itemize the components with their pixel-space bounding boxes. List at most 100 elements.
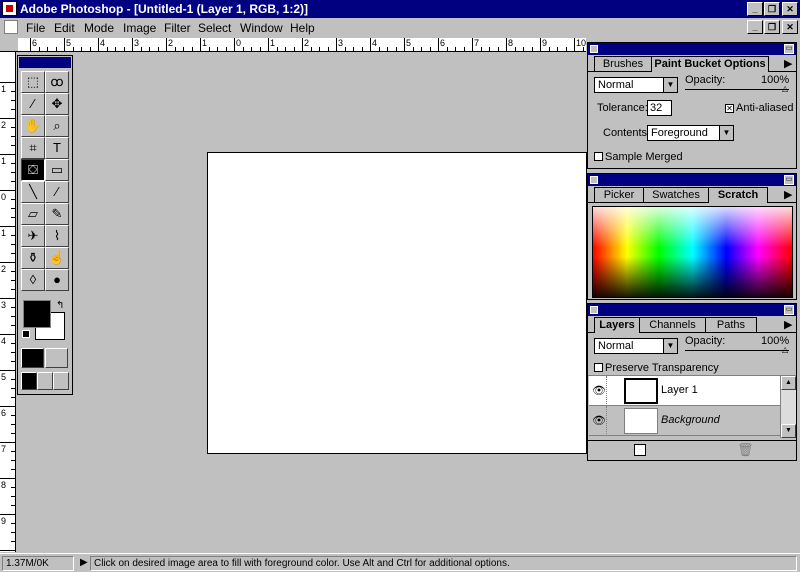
- options-panel: ▭ Brushes Paint Bucket Options ▶ Normal ▼…: [587, 42, 797, 169]
- tab-paint-bucket-options[interactable]: Paint Bucket Options: [651, 56, 769, 72]
- scroll-down-icon[interactable]: ▼: [781, 424, 796, 438]
- panel-menu-arrow-icon[interactable]: ▶: [784, 318, 792, 331]
- panel-collapse-icon[interactable]: ▭: [784, 305, 794, 315]
- burn-icon[interactable]: ●: [45, 269, 69, 291]
- airbrush-icon[interactable]: ✈: [21, 225, 45, 247]
- minimize-button[interactable]: _: [747, 2, 763, 16]
- default-colors-icon[interactable]: [22, 330, 30, 338]
- layer-opacity-slider-thumb[interactable]: △: [782, 345, 788, 354]
- layer-row-background[interactable]: 👁 Background: [589, 406, 780, 436]
- menu-filter[interactable]: Filter: [164, 21, 191, 35]
- ruler-label: 4: [100, 38, 106, 48]
- lasso-icon[interactable]: ꝏ: [45, 71, 69, 93]
- blur-icon[interactable]: ◊: [21, 269, 45, 291]
- opacity-slider-thumb[interactable]: △: [782, 84, 788, 93]
- panel-close-icon[interactable]: [590, 176, 598, 184]
- document-system-menu-icon[interactable]: [4, 20, 18, 34]
- layers-panel-title-bar[interactable]: ▭: [588, 304, 796, 316]
- ruler-label: 3: [338, 38, 344, 48]
- opacity-label: Opacity:: [685, 74, 726, 86]
- standard-mode-icon[interactable]: [21, 348, 44, 368]
- sample-merged-label: Sample Merged: [605, 151, 683, 163]
- rubber-stamp-icon[interactable]: ⚱: [21, 247, 45, 269]
- paintbrush-icon[interactable]: ⌇: [45, 225, 69, 247]
- toolbox-title-bar[interactable]: [19, 57, 71, 68]
- image-canvas[interactable]: [207, 152, 587, 454]
- layer-opacity-slider[interactable]: [685, 350, 789, 351]
- options-panel-title-bar[interactable]: ▭: [588, 43, 796, 55]
- menu-select[interactable]: Select: [198, 21, 231, 35]
- eye-icon[interactable]: 👁: [592, 384, 606, 397]
- photoshop-app-icon[interactable]: [2, 1, 17, 16]
- layers-scrollbar[interactable]: ▲ ▼: [780, 376, 796, 438]
- marquee-icon[interactable]: ⬚: [21, 71, 45, 93]
- line-icon[interactable]: ╲: [21, 181, 45, 203]
- layer-blend-mode-select[interactable]: Normal ▼: [594, 338, 678, 354]
- move-icon[interactable]: ✥: [45, 93, 69, 115]
- menu-bar: File Edit Mode Image Filter Select Windo…: [0, 18, 800, 38]
- paint-bucket-icon[interactable]: ⛋: [21, 159, 45, 181]
- layers-panel: ▭ Layers Channels Paths ▶ Normal ▼ Opacit…: [587, 303, 797, 461]
- panel-collapse-icon[interactable]: ▭: [784, 44, 794, 54]
- type-icon[interactable]: T: [45, 137, 69, 159]
- status-menu-arrow-icon[interactable]: ▶: [80, 557, 88, 568]
- doc-close-button[interactable]: ✕: [782, 20, 798, 34]
- smudge-icon[interactable]: ☝: [45, 247, 69, 269]
- tab-channels[interactable]: Channels: [639, 317, 706, 332]
- tolerance-label: Tolerance:: [597, 102, 648, 114]
- tab-brushes[interactable]: Brushes: [594, 56, 652, 71]
- hand-icon[interactable]: ✋: [21, 115, 45, 137]
- tab-paths[interactable]: Paths: [705, 317, 757, 332]
- pencil-icon[interactable]: ✎: [45, 203, 69, 225]
- standard-screen-icon[interactable]: [21, 372, 37, 390]
- full-screen-icon[interactable]: [53, 372, 69, 390]
- menu-image[interactable]: Image: [123, 21, 156, 35]
- tolerance-input[interactable]: 32: [647, 100, 672, 116]
- scratch-color-area[interactable]: [592, 206, 793, 298]
- panel-close-icon[interactable]: [590, 306, 598, 314]
- new-layer-icon[interactable]: [634, 444, 646, 456]
- restore-button[interactable]: ❐: [764, 2, 780, 16]
- full-screen-menu-icon[interactable]: [37, 372, 53, 390]
- close-button[interactable]: ✕: [782, 2, 798, 16]
- ruler-label: 3: [134, 38, 140, 48]
- scroll-up-icon[interactable]: ▲: [781, 376, 796, 390]
- crop-icon[interactable]: ⌗: [21, 137, 45, 159]
- doc-restore-button[interactable]: ❐: [764, 20, 780, 34]
- ruler-label: 9: [542, 38, 548, 48]
- tab-scratch[interactable]: Scratch: [708, 187, 768, 203]
- opacity-slider[interactable]: [685, 89, 789, 90]
- contents-label: Contents:: [603, 127, 651, 139]
- tab-layers[interactable]: Layers: [594, 317, 640, 333]
- panel-close-icon[interactable]: [590, 45, 598, 53]
- menu-mode[interactable]: Mode: [84, 21, 114, 35]
- tab-swatches[interactable]: Swatches: [643, 187, 709, 202]
- preserve-transparency-checkbox[interactable]: [594, 363, 603, 372]
- panel-menu-arrow-icon[interactable]: ▶: [784, 188, 792, 201]
- menu-file[interactable]: File: [26, 21, 45, 35]
- color-panel-title-bar[interactable]: ▭: [588, 174, 796, 186]
- layer-row-layer-1[interactable]: 👁 Layer 1: [589, 376, 780, 406]
- quick-mask-mode-icon[interactable]: [45, 348, 68, 368]
- menu-edit[interactable]: Edit: [54, 21, 75, 35]
- menu-window[interactable]: Window: [240, 21, 283, 35]
- anti-aliased-checkbox[interactable]: ✕: [725, 104, 734, 113]
- sample-merged-checkbox[interactable]: [594, 152, 603, 161]
- eraser-icon[interactable]: ▱: [21, 203, 45, 225]
- trash-icon[interactable]: 🗑: [737, 442, 754, 458]
- tab-picker[interactable]: Picker: [594, 187, 644, 202]
- panel-collapse-icon[interactable]: ▭: [784, 175, 794, 185]
- panel-menu-arrow-icon[interactable]: ▶: [784, 57, 792, 70]
- blend-mode-select[interactable]: Normal ▼: [594, 77, 678, 93]
- ruler-label: 1: [270, 38, 276, 48]
- contents-select[interactable]: Foreground ▼: [647, 125, 734, 141]
- zoom-icon[interactable]: ⌕: [45, 115, 69, 137]
- swap-colors-icon[interactable]: ↰: [56, 300, 64, 311]
- doc-minimize-button[interactable]: _: [747, 20, 763, 34]
- menu-help[interactable]: Help: [290, 21, 315, 35]
- magic-wand-icon[interactable]: ⁄: [21, 93, 45, 115]
- eyedropper-icon[interactable]: ⁄: [45, 181, 69, 203]
- eye-icon[interactable]: 👁: [592, 414, 606, 427]
- ruler-label: 2: [1, 120, 7, 130]
- gradient-icon[interactable]: ▭: [45, 159, 69, 181]
